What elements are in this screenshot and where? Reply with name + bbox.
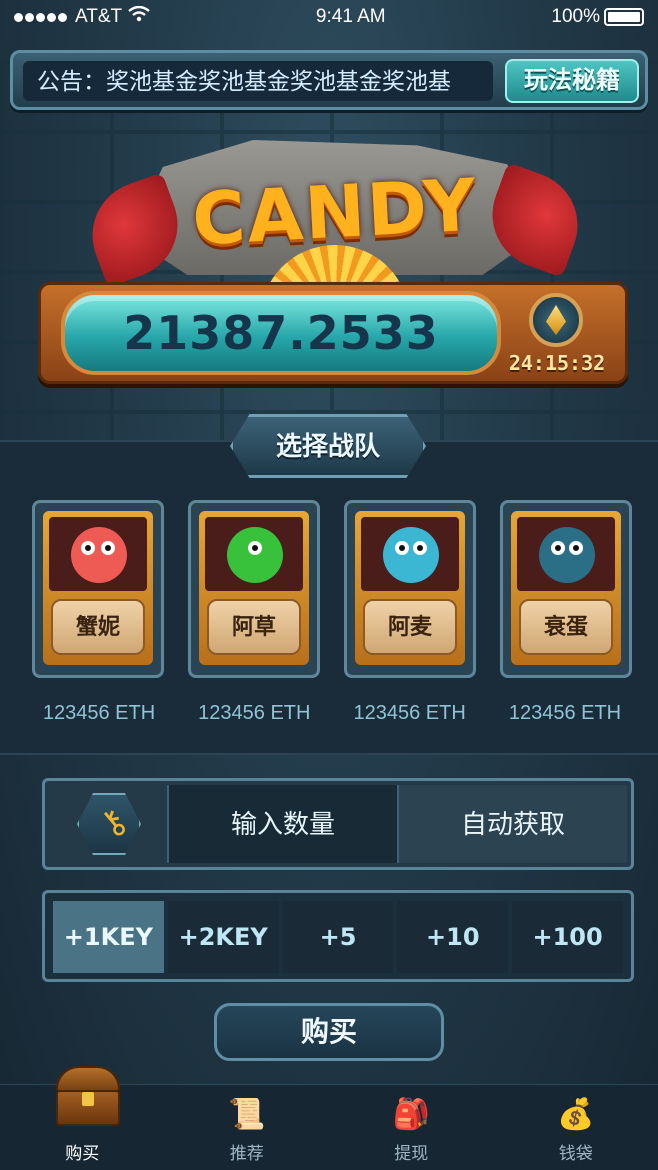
team-eth-row: 123456 ETH 123456 ETH 123456 ETH 123456 … bbox=[26, 702, 638, 725]
jackpot-display: 21387.2533 bbox=[61, 291, 501, 375]
grass-monster-portrait bbox=[205, 517, 303, 591]
tab-label: 钱袋 bbox=[558, 1144, 593, 1163]
team-name: 阿麦 bbox=[363, 599, 457, 655]
battery-icon bbox=[603, 8, 644, 26]
battery-percent: 100% bbox=[551, 6, 600, 27]
tab-label: 购买 bbox=[65, 1144, 100, 1163]
team-eth-value: 123456 ETH bbox=[508, 702, 622, 724]
team-name: 衰蛋 bbox=[519, 599, 613, 655]
option-1key[interactable]: +1KEY bbox=[53, 901, 164, 973]
team-eth-value: 123456 ETH bbox=[42, 702, 156, 724]
buy-button[interactable]: 购买 bbox=[214, 1003, 444, 1061]
option-2key[interactable]: +2KEY bbox=[167, 901, 279, 973]
key-badge: ⚷ bbox=[49, 785, 167, 863]
blue-monster-icon bbox=[383, 527, 439, 583]
crab-monster-portrait bbox=[49, 517, 147, 591]
eth-coin-icon bbox=[529, 293, 583, 347]
quantity-row: ⚷ 输入数量 自动获取 bbox=[42, 778, 634, 870]
team-name: 蟹妮 bbox=[51, 599, 145, 655]
option-10[interactable]: +10 bbox=[397, 901, 509, 973]
money-bag-icon: 💰 bbox=[557, 1098, 595, 1131]
scroll-icon: 📜 bbox=[228, 1098, 266, 1131]
option-5[interactable]: +5 bbox=[282, 901, 394, 973]
countdown-timer: 24:15:32 bbox=[508, 351, 606, 375]
candy-logo: CANDY bbox=[77, 130, 593, 320]
rules-button[interactable]: 玩法秘籍 bbox=[505, 59, 639, 103]
option-100[interactable]: +100 bbox=[512, 901, 623, 973]
tab-label: 推荐 bbox=[229, 1144, 264, 1163]
logo-text: CANDY bbox=[190, 162, 480, 262]
team-card-mai[interactable]: 阿麦 bbox=[344, 500, 476, 678]
tab-referral[interactable]: 📜 推荐 bbox=[165, 1085, 330, 1170]
blue-monster-portrait bbox=[361, 517, 459, 591]
dark-monster-portrait bbox=[517, 517, 615, 591]
signal-icon bbox=[14, 6, 69, 28]
carrier: AT&T bbox=[75, 6, 123, 27]
grass-monster-icon bbox=[227, 527, 283, 583]
clock: 9:41 AM bbox=[315, 6, 386, 27]
crab-monster-icon bbox=[71, 527, 127, 583]
key-options: +1KEY +2KEY +5 +10 +100 bbox=[42, 890, 634, 982]
status-bar: AT&T 9:41 AM 100% bbox=[0, 0, 658, 34]
jackpot-value: 21387.2533 bbox=[123, 306, 439, 360]
treasure-chest-icon bbox=[52, 1066, 124, 1128]
team-eth-value: 123456 ETH bbox=[353, 702, 466, 724]
tab-label: 提现 bbox=[394, 1144, 429, 1163]
team-card-unlucky[interactable]: 衰蛋 bbox=[500, 500, 632, 678]
tab-wallet[interactable]: 💰 钱袋 bbox=[494, 1085, 658, 1170]
team-name: 阿草 bbox=[207, 599, 301, 655]
wifi-icon bbox=[128, 5, 150, 28]
backpack-icon: 🎒 bbox=[392, 1098, 430, 1131]
dark-monster-icon bbox=[539, 527, 595, 583]
auto-get-button[interactable]: 自动获取 bbox=[397, 785, 627, 863]
team-card-grass[interactable]: 阿草 bbox=[188, 500, 320, 678]
team-title: 选择战队 bbox=[230, 414, 426, 478]
team-card-crab[interactable]: 蟹妮 bbox=[32, 500, 164, 678]
team-eth-value: 123456 ETH bbox=[198, 702, 311, 724]
notice-text: 公告：奖池基金奖池基金奖池基金奖池基 bbox=[23, 61, 493, 101]
jackpot-plank: 21387.2533 24:15:32 bbox=[38, 282, 628, 384]
notice-bar: 公告：奖池基金奖池基金奖池基金奖池基 玩法秘籍 bbox=[10, 50, 648, 110]
tab-withdraw[interactable]: 🎒 提现 bbox=[329, 1085, 494, 1170]
team-cards: 蟹妮 阿草 阿麦 衰蛋 bbox=[32, 500, 632, 680]
quantity-input[interactable]: 输入数量 bbox=[167, 785, 397, 863]
